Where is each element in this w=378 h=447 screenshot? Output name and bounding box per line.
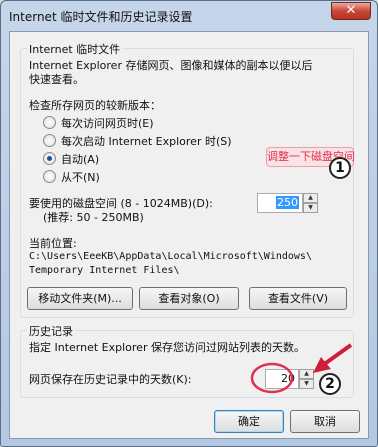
spin-down-icon[interactable]: ▼ [303,203,318,213]
current-location-path-1: C:\Users\EeeKB\AppData\Local\Microsoft\W… [29,251,312,262]
annotation-arrow-line [321,343,353,367]
history-days-label: 网页保存在历史记录中的天数(K): [29,373,192,386]
view-objects-button[interactable]: 查看对象(O) [139,287,239,310]
radio-every-visit[interactable] [43,116,56,129]
current-location-path-2: Temporary Internet Files\ [29,265,180,276]
annotation-marker-1: 1 [329,157,351,179]
title-bar: Internet 临时文件和历史记录设置 ✕ [1,1,377,31]
temp-files-group-title: Internet 临时文件 [27,41,123,57]
radio-never[interactable] [43,170,56,183]
radio-every-start-label[interactable]: 每次启动 Internet Explorer 时(S) [61,133,232,149]
radio-every-visit-label[interactable]: 每次访问网页时(E) [61,115,154,131]
radio-never-label[interactable]: 从不(N) [61,169,100,185]
annotation-marker-2: 2 [319,373,341,395]
disk-space-input[interactable]: 250 [257,193,303,213]
settings-window: Internet 临时文件和历史记录设置 ✕ Internet 临时文件 Int… [0,0,378,447]
temp-files-desc-line2: 快速查看。 [29,73,84,86]
current-location-label: 当前位置: [29,237,77,250]
disk-space-stepper[interactable]: ▲ ▼ [303,193,318,213]
disk-space-value: 250 [276,196,299,209]
spin-up-icon[interactable]: ▲ [303,193,318,203]
move-folder-button[interactable]: 移动文件夹(M)... [27,287,133,310]
annotation-circle [250,362,294,394]
annotation-arrow-svg [250,343,353,394]
view-files-button[interactable]: 查看文件(V) [249,287,347,310]
check-version-label: 检查所存网页的较新版本： [29,99,161,112]
temp-files-group: Internet 临时文件 Internet Explorer 存储网页、图像和… [20,41,354,318]
close-icon: ✕ [345,3,357,18]
radio-automatic[interactable] [43,152,56,165]
radio-automatic-label[interactable]: 自动(A) [61,151,99,167]
history-group-title: 历史记录 [27,323,75,339]
close-button[interactable]: ✕ [331,2,371,20]
radio-every-start[interactable] [43,134,56,147]
window-title: Internet 临时文件和历史记录设置 [9,10,193,24]
disk-space-recommend: (推荐: 50 - 250MB) [43,211,144,224]
